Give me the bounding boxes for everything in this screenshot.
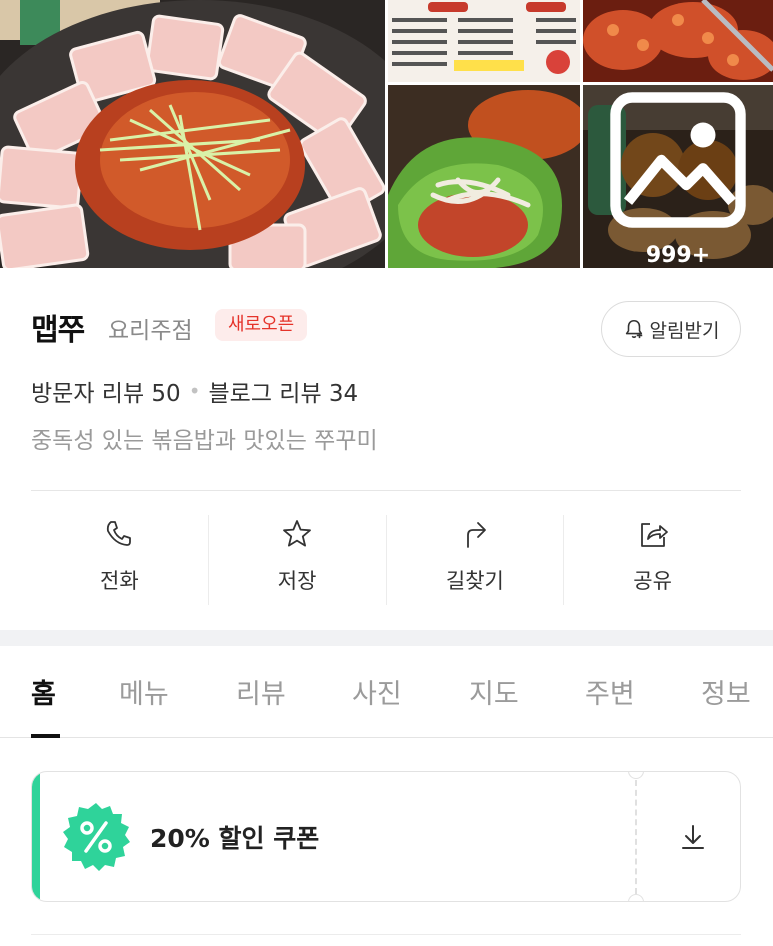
image-icon [610, 92, 746, 228]
tab-nearby[interactable]: 주변 [585, 672, 635, 711]
active-tab-indicator [31, 734, 60, 738]
main-photo[interactable] [0, 0, 385, 268]
octopus-image [583, 0, 773, 82]
directions-button[interactable]: 길찾기 [387, 515, 565, 605]
menu-board-photo[interactable] [388, 0, 580, 82]
coupon-card[interactable]: 20% 할인 쿠폰 [31, 771, 741, 902]
place-name: 맵쭈 [31, 313, 85, 348]
place-tagline: 중독성 있는 볶음밥과 맛있는 쭈꾸미 [31, 428, 378, 454]
phone-icon [107, 521, 132, 546]
octopus-photo[interactable] [583, 0, 773, 82]
divider [31, 490, 741, 491]
star-icon [283, 520, 312, 547]
place-category: 요리주점 [108, 318, 193, 344]
more-photos-tile[interactable]: 999+ [583, 85, 773, 268]
divider-bottom [31, 934, 741, 935]
tab-photos[interactable]: 사진 [352, 672, 402, 711]
tab-map[interactable]: 지도 [469, 672, 519, 711]
coupon-notch-bottom [628, 894, 644, 901]
main-photo-image [0, 0, 385, 268]
coupon-accent-bar [32, 772, 40, 901]
save-button-label: 저장 [277, 569, 317, 593]
call-button-label: 전화 [100, 569, 139, 593]
notify-button[interactable]: 알림받기 [601, 301, 741, 357]
more-photos-count: 999+ [645, 243, 711, 268]
menu-board-image [388, 0, 580, 82]
coupon-notch-top [628, 772, 644, 779]
coupon-perforation [635, 780, 637, 894]
new-open-badge: 새로오픈 [215, 309, 308, 341]
lettuce-wrap-photo[interactable] [388, 85, 580, 268]
percent-seal-icon [63, 803, 130, 871]
more-photos-overlay: 999+ [583, 85, 773, 268]
blog-reviews-link[interactable]: 블로그 리뷰 34 [209, 374, 359, 408]
download-icon [681, 824, 704, 849]
save-button[interactable]: 저장 [209, 515, 387, 605]
directions-button-label: 길찾기 [445, 569, 504, 593]
tab-bar: 홈 메뉴 리뷰 사진 지도 주변 정보 [0, 646, 773, 738]
notify-button-label: 알림받기 [649, 319, 720, 342]
bell-add-icon [625, 319, 642, 339]
coupon-title: 20% 할인 쿠폰 [150, 824, 320, 853]
tab-info[interactable]: 정보 [701, 672, 751, 711]
photo-gallery: 999+ [0, 0, 773, 268]
coupon-download-button[interactable] [644, 772, 740, 901]
share-button[interactable]: 공유 [564, 515, 741, 605]
review-counts: 방문자 리뷰 50 • 블로그 리뷰 34 [31, 374, 358, 408]
action-row: 전화 저장 길찾기 공유 [31, 515, 741, 605]
share-icon [640, 523, 668, 547]
share-button-label: 공유 [633, 569, 672, 593]
call-button[interactable]: 전화 [31, 515, 209, 605]
tab-home[interactable]: 홈 [31, 672, 56, 711]
section-gap [0, 630, 773, 646]
directions-icon [466, 522, 486, 548]
separator-dot: • [188, 379, 201, 403]
tab-reviews[interactable]: 리뷰 [236, 672, 286, 711]
tab-menu[interactable]: 메뉴 [119, 672, 169, 711]
lettuce-wrap-image [388, 85, 580, 268]
visitor-reviews-link[interactable]: 방문자 리뷰 50 [31, 374, 181, 408]
